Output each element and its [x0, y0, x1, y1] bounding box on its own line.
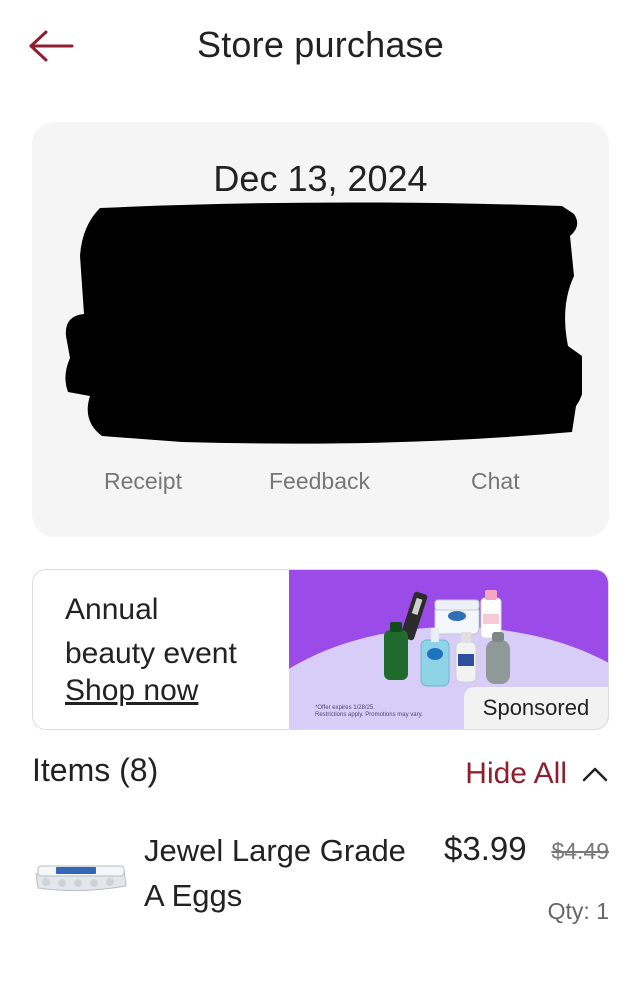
item-quantity: Qty: 1: [547, 898, 609, 924]
item-price: $3.99: [444, 830, 527, 867]
purchase-summary-card: Dec 13, 2024 Receipt Feedback Chat: [32, 122, 609, 537]
receipt-link[interactable]: Receipt: [104, 468, 182, 495]
eggs-carton-image: [35, 865, 127, 892]
ad-headline-line2: beauty event: [65, 637, 237, 670]
ad-disclaimer-line2: Restrictions apply. Promotions may vary.: [315, 712, 423, 718]
items-section-header: Items (8) Hide All: [32, 752, 609, 796]
redacted-area: [65, 202, 582, 444]
list-item[interactable]: Jewel Large Grade A Eggs $3.99 $4.49 Qty…: [32, 826, 609, 936]
purchase-date: Dec 13, 2024: [213, 158, 428, 199]
feedback-link[interactable]: Feedback: [269, 468, 370, 495]
hide-all-label: Hide All: [465, 757, 567, 790]
ad-headline: Annual beauty event: [65, 588, 237, 676]
cream-jar-icon: [434, 599, 480, 635]
item-name-line2: A Eggs: [144, 878, 243, 913]
item-original-price: $4.49: [551, 838, 609, 864]
sponsored-badge: Sponsored: [464, 687, 608, 729]
purchase-actions: Receipt Feedback Chat: [32, 468, 609, 500]
items-count-title: Items (8): [32, 752, 159, 788]
ad-headline-line1: Annual: [65, 593, 159, 626]
item-name: Jewel Large Grade A Eggs: [144, 828, 424, 918]
sponsored-ad-banner[interactable]: Annual beauty event Shop now *Offer expi…: [32, 569, 609, 730]
top-bar: Store purchase: [0, 0, 641, 92]
ad-disclaimer-line1: *Offer expires 1/28/25.: [315, 705, 375, 711]
chat-link[interactable]: Chat: [471, 468, 520, 495]
item-name-line1: Jewel Large Grade: [144, 833, 406, 868]
hide-all-button[interactable]: Hide All: [465, 752, 609, 796]
chevron-up-icon: [582, 767, 608, 782]
page-title: Store purchase: [197, 24, 444, 65]
green-shampoo-icon: [384, 622, 408, 680]
shop-now-link[interactable]: Shop now: [65, 674, 198, 708]
